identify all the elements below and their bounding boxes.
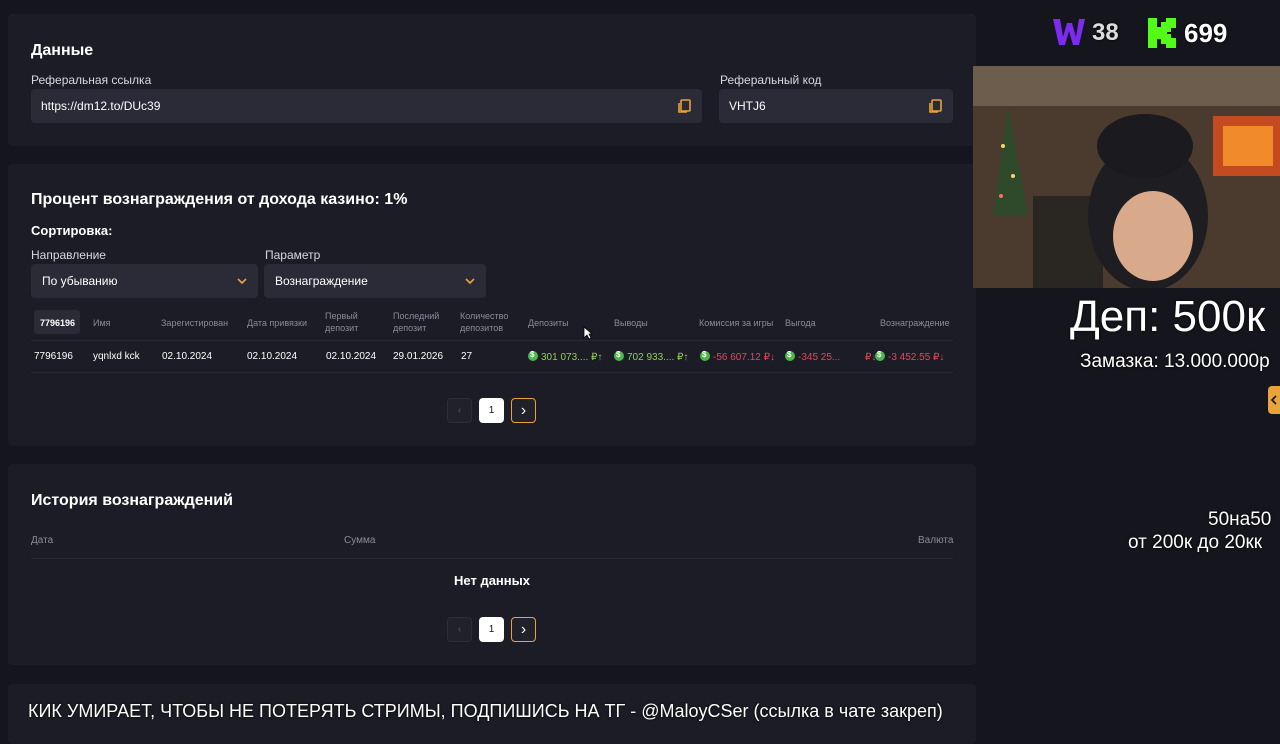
col-profit[interactable]: Выгода	[785, 317, 816, 329]
param-select[interactable]: Вознаграждение	[264, 264, 486, 298]
col-bind-date[interactable]: Дата привязки	[247, 317, 307, 329]
col-deposits[interactable]: Депозиты	[528, 317, 569, 329]
prev-page-button[interactable]: ‹	[447, 617, 472, 642]
page-button[interactable]: 1	[479, 617, 504, 642]
divider	[31, 372, 953, 373]
row-reward: -3 452.55 ₽↓	[875, 350, 944, 363]
row-last-deposit: 29.01.2026	[393, 351, 444, 362]
direction-value: По убыванию	[42, 274, 118, 288]
col-name[interactable]: Имя	[93, 317, 111, 329]
direction-select[interactable]: По убыванию	[31, 264, 258, 298]
col-currency: Валюта	[918, 535, 954, 546]
table-row[interactable]: 7796196 yqnlxd kck 02.10.2024 02.10.2024…	[31, 342, 953, 372]
col-sum: Сумма	[344, 535, 376, 546]
divider	[31, 340, 953, 341]
page-button[interactable]: 1	[479, 398, 504, 423]
history-card: История вознаграждений Дата Сумма Валюта…	[8, 464, 976, 665]
row-deposit-count: 27	[461, 351, 473, 362]
chevron-left-icon	[1270, 395, 1277, 405]
row-id: 7796196	[34, 351, 73, 362]
collapse-tab[interactable]	[1268, 386, 1280, 414]
zamazka-text: Замазка: 13.000.000р	[1080, 351, 1270, 372]
k-count: 699	[1184, 18, 1228, 48]
col-withdrawals[interactable]: Выводы	[614, 317, 648, 329]
coin-icon	[614, 350, 624, 361]
copy-icon[interactable]	[676, 98, 692, 114]
data-title: Данные	[31, 42, 94, 59]
row-bind-date: 02.10.2024	[247, 351, 298, 362]
ref-link-value: https://dm12.to/DUc39	[41, 99, 161, 113]
chevron-down-icon	[237, 278, 247, 285]
reward-title: Процент вознаграждения от дохода казино:…	[31, 191, 408, 208]
param-value: Вознаграждение	[275, 274, 368, 288]
row-name: yqnlxd kck	[93, 351, 140, 362]
row-registered: 02.10.2024	[162, 351, 213, 362]
sort-label: Сортировка:	[31, 223, 113, 238]
col-first-deposit[interactable]: Первый депозит	[325, 310, 358, 334]
col-reward[interactable]: Вознаграждение	[880, 317, 950, 329]
empty-state: Нет данных	[454, 573, 530, 588]
next-page-button[interactable]: ›	[511, 617, 536, 642]
param-label: Параметр	[265, 248, 321, 262]
row-commission: -56 607.12 ₽↓	[700, 350, 775, 363]
col-id: 7796196	[40, 318, 76, 328]
w-logo-icon	[1052, 17, 1086, 49]
promo-line-1: 50на50	[1208, 509, 1272, 530]
next-page-button[interactable]: ›	[511, 398, 536, 423]
ref-link-field[interactable]: https://dm12.to/DUc39	[31, 89, 702, 123]
col-last-deposit[interactable]: Последний депозит	[393, 310, 439, 334]
col-date: Дата	[31, 535, 54, 546]
promo-line-2: от 200к до 20кк	[1128, 532, 1263, 553]
reward-card: Процент вознаграждения от дохода казино:…	[8, 164, 976, 446]
webcam-feed	[973, 66, 1280, 288]
coin-icon	[700, 350, 710, 361]
ref-code-label: Реферальный код	[720, 73, 822, 87]
copy-icon[interactable]	[927, 98, 943, 114]
chevron-down-icon	[465, 278, 475, 285]
w-count: 38	[1092, 19, 1119, 46]
dep-text: Деп: 500к	[1070, 292, 1266, 341]
k-logo-icon	[1146, 17, 1178, 49]
coin-icon	[785, 350, 795, 361]
history-title: История вознаграждений	[31, 492, 233, 509]
row-withdrawals: 702 933.... ₽↑	[614, 350, 688, 363]
ref-code-value: VHTJ6	[729, 99, 766, 113]
row-first-deposit: 02.10.2024	[326, 351, 377, 362]
row-deposits: 301 073.... ₽↑	[528, 350, 602, 363]
mouse-cursor-icon	[583, 326, 593, 340]
col-deposit-count[interactable]: Количество депозитов	[460, 310, 508, 334]
ref-link-label: Реферальная ссылка	[31, 73, 152, 87]
col-registered[interactable]: Зарегистирован	[161, 317, 228, 329]
col-commission[interactable]: Комиссия за игры	[699, 317, 773, 329]
divider	[31, 558, 953, 559]
data-card: Данные Реферальная ссылка https://dm12.t…	[8, 14, 976, 146]
row-profit: -345 25... ₽↓	[785, 350, 876, 363]
prev-page-button[interactable]: ‹	[447, 398, 472, 423]
ticker-text: КИК УМИРАЕТ, ЧТОБЫ НЕ ПОТЕРЯТЬ СТРИМЫ, П…	[28, 701, 943, 721]
ref-code-field[interactable]: VHTJ6	[719, 89, 953, 123]
coin-icon	[875, 350, 885, 361]
direction-label: Направление	[31, 248, 106, 262]
coin-icon	[528, 350, 538, 361]
